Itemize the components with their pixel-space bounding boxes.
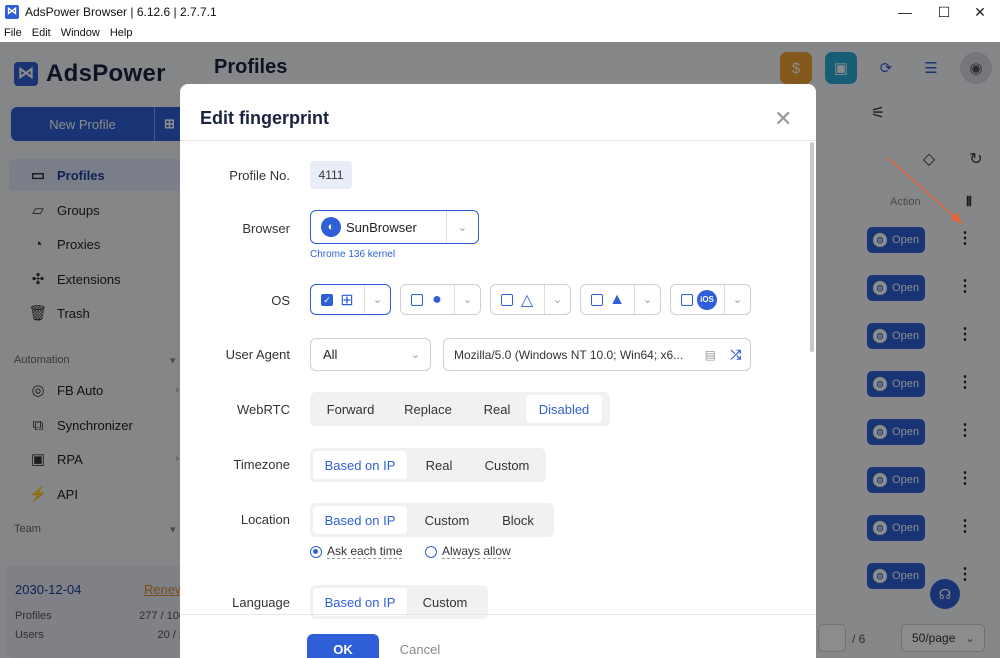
app-logo-icon: ⋈ bbox=[5, 5, 19, 19]
checkbox[interactable] bbox=[501, 293, 513, 306]
os-option-windows[interactable]: ✓ ⊞ ⌄ bbox=[310, 284, 391, 315]
location-label: Location bbox=[240, 512, 290, 527]
location-allow-radio[interactable]: Always allow bbox=[425, 544, 511, 559]
location-option-based-on-ip[interactable]: Based on IP bbox=[313, 506, 407, 534]
user-agent-field[interactable]: Mozilla/5.0 (Windows NT 10.0; Win64; x6.… bbox=[443, 338, 751, 371]
edit-fingerprint-dialog: Edit fingerprint ✕ Profile No. 4111 Brow… bbox=[180, 84, 816, 658]
radio-selected[interactable] bbox=[310, 545, 322, 558]
menu-edit[interactable]: Edit bbox=[32, 27, 51, 39]
close-window-button[interactable]: ✕ bbox=[963, 0, 997, 24]
timezone-label: Timezone bbox=[233, 457, 290, 472]
sunbrowser-icon: ◐ bbox=[321, 217, 341, 237]
browser-label: Browser bbox=[242, 221, 290, 236]
radio[interactable] bbox=[425, 545, 437, 558]
divider bbox=[180, 614, 816, 615]
apple-icon: ● bbox=[432, 290, 442, 308]
timezone-option-real[interactable]: Real bbox=[407, 451, 471, 479]
copy-icon[interactable]: ▤ bbox=[705, 348, 716, 362]
webrtc-option-real[interactable]: Real bbox=[468, 395, 526, 423]
checkbox[interactable] bbox=[411, 293, 423, 306]
checkbox[interactable] bbox=[681, 293, 693, 306]
maximize-button[interactable]: ☐ bbox=[927, 0, 961, 24]
webrtc-label: WebRTC bbox=[237, 402, 290, 417]
chevron-down-icon: ⌄ bbox=[446, 211, 478, 243]
radio-label: Always allow bbox=[442, 544, 511, 559]
language-option-custom[interactable]: Custom bbox=[407, 588, 483, 616]
language-option-based-on-ip[interactable]: Based on IP bbox=[313, 588, 407, 616]
radio-label: Ask each time bbox=[327, 544, 403, 559]
chevron-down-icon[interactable]: ⌄ bbox=[454, 285, 480, 314]
os-option-linux[interactable]: △ ⌄ bbox=[490, 284, 571, 315]
chevron-down-icon[interactable]: ⌄ bbox=[364, 285, 390, 314]
chevron-down-icon[interactable]: ⌄ bbox=[724, 285, 750, 314]
minimize-button[interactable]: — bbox=[888, 0, 922, 24]
windows-icon: ⊞ bbox=[340, 291, 354, 309]
ios-icon: iOS bbox=[697, 289, 717, 310]
browser-value: SunBrowser bbox=[346, 219, 417, 235]
close-icon[interactable]: ✕ bbox=[774, 106, 792, 132]
scrollbar[interactable] bbox=[810, 142, 814, 352]
dialog-title: Edit fingerprint bbox=[200, 108, 329, 128]
chevron-down-icon: ⌄ bbox=[410, 349, 420, 361]
webrtc-option-replace[interactable]: Replace bbox=[388, 395, 468, 423]
linux-icon: △ bbox=[520, 291, 534, 309]
os-option-ios[interactable]: iOS ⌄ bbox=[670, 284, 751, 315]
menu-window[interactable]: Window bbox=[61, 27, 100, 39]
cancel-button[interactable]: Cancel bbox=[390, 634, 450, 658]
android-icon: ▲ bbox=[609, 290, 625, 308]
menu-bar: File Edit Window Help bbox=[0, 24, 1000, 42]
kernel-version: Chrome 136 kernel bbox=[310, 249, 396, 260]
ua-filter-value: All bbox=[323, 347, 338, 362]
menu-help[interactable]: Help bbox=[110, 27, 133, 39]
window-titlebar: ⋈ AdsPower Browser | 6.12.6 | 2.7.7.1 bbox=[0, 0, 1000, 24]
profile-no-label: Profile No. bbox=[229, 168, 290, 183]
chevron-down-icon[interactable]: ⌄ bbox=[634, 285, 660, 314]
user-agent-label: User Agent bbox=[225, 347, 290, 362]
profile-no-value: 4111 bbox=[310, 161, 352, 189]
user-agent-value: Mozilla/5.0 (Windows NT 10.0; Win64; x6.… bbox=[454, 347, 684, 362]
checkbox-checked[interactable]: ✓ bbox=[321, 293, 333, 306]
browser-select[interactable]: ◐ SunBrowser ⌄ bbox=[310, 210, 479, 244]
language-label: Language bbox=[232, 595, 290, 610]
webrtc-segmented: Forward Replace Real Disabled bbox=[310, 392, 610, 426]
shuffle-icon[interactable]: ⤮ bbox=[731, 347, 741, 363]
os-option-macos[interactable]: ● ⌄ bbox=[400, 284, 481, 315]
annotation-arrow bbox=[887, 157, 962, 224]
webrtc-option-disabled[interactable]: Disabled bbox=[526, 395, 602, 423]
os-label: OS bbox=[271, 293, 290, 308]
timezone-segmented: Based on IP Real Custom bbox=[310, 448, 546, 482]
chevron-down-icon[interactable]: ⌄ bbox=[544, 285, 570, 314]
location-segmented: Based on IP Custom Block bbox=[310, 503, 554, 537]
location-ask-radio[interactable]: Ask each time bbox=[310, 544, 403, 559]
window-title: AdsPower Browser | 6.12.6 | 2.7.7.1 bbox=[25, 5, 217, 19]
os-option-android[interactable]: ▲ ⌄ bbox=[580, 284, 661, 315]
ok-button[interactable]: OK bbox=[307, 634, 379, 658]
divider bbox=[180, 140, 816, 141]
location-option-custom[interactable]: Custom bbox=[407, 506, 487, 534]
location-option-block[interactable]: Block bbox=[487, 506, 549, 534]
user-agent-filter-select[interactable]: All ⌄ bbox=[310, 338, 431, 371]
timezone-option-custom[interactable]: Custom bbox=[471, 451, 543, 479]
checkbox[interactable] bbox=[591, 293, 603, 306]
timezone-option-based-on-ip[interactable]: Based on IP bbox=[313, 451, 407, 479]
menu-file[interactable]: File bbox=[4, 27, 22, 39]
webrtc-option-forward[interactable]: Forward bbox=[313, 395, 388, 423]
